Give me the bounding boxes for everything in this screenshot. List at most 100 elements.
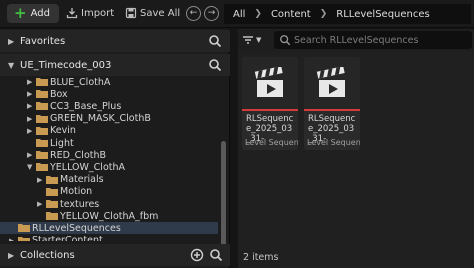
chevron-down-icon[interactable]: ▼ [8, 61, 14, 70]
tree-item-label: Box [50, 88, 68, 100]
import-button[interactable]: Import [66, 6, 114, 20]
asset-tile[interactable]: RLSequence_2025_03_31- Level Sequence [304, 57, 360, 150]
tree-item-label: YELLOW_ClothA_fbm [60, 210, 159, 222]
search-icon[interactable] [208, 58, 222, 72]
save-icon [125, 7, 137, 19]
folder-icon [36, 126, 48, 135]
forward-button[interactable]: → [204, 6, 219, 21]
filter-icon [243, 36, 253, 44]
tree-item-label: CC3_Base_Plus [50, 100, 122, 112]
tree-item-label: Light [50, 137, 74, 149]
tree-item[interactable]: ▶ RED_ClothB [0, 149, 218, 161]
back-arrow-icon: ← [189, 8, 198, 18]
project-header[interactable]: ▼ UE_Timecode_003 [0, 54, 230, 76]
folder-open-icon [36, 163, 48, 172]
folder-icon [46, 187, 58, 196]
add-button[interactable]: + Add [7, 4, 59, 23]
tree-item[interactable]: Light [0, 137, 218, 149]
content-panel: ▼ RLSequence_2025_03_31- Level Sequen [238, 29, 474, 268]
add-collection-icon[interactable] [190, 248, 204, 262]
chevron-right-icon[interactable]: ▶ [27, 102, 32, 110]
breadcrumb-separator-icon[interactable]: ❯ [315, 9, 333, 19]
save-all-button[interactable]: Save All [125, 6, 180, 20]
tree-item-label: Kevin [50, 125, 76, 137]
chevron-right-icon[interactable]: ▶ [27, 127, 32, 135]
tree-item[interactable]: ▶ CC3_Base_Plus [0, 100, 218, 112]
asset-type-bar [242, 109, 298, 111]
chevron-right-icon[interactable]: ▶ [37, 200, 42, 208]
folder-icon [18, 224, 30, 233]
search-icon[interactable] [208, 34, 222, 48]
tree-item[interactable]: ▶ Box [0, 88, 218, 100]
folder-icon [36, 114, 48, 123]
tree-item[interactable]: ▶ StarterContent [0, 235, 218, 241]
tree-item[interactable]: ▶ textures [0, 198, 218, 210]
asset-type: Level Sequence [245, 138, 298, 147]
folder-icon [36, 151, 48, 160]
chevron-right-icon[interactable]: ▶ [27, 115, 32, 123]
chevron-down-icon: ▼ [256, 36, 262, 44]
chevron-right-icon[interactable]: ▶ [8, 37, 14, 46]
tree-item-label: Materials [60, 174, 104, 186]
filter-button[interactable]: ▼ [242, 33, 268, 47]
save-all-button-label: Save All [140, 7, 181, 19]
search-box [274, 31, 472, 49]
back-button[interactable]: ← [186, 6, 201, 21]
add-button-label: Add [30, 8, 50, 19]
tree-item-label: GREEN_MASK_ClothB [50, 113, 151, 125]
breadcrumb-all[interactable]: All [229, 9, 249, 20]
tree-item-label: BLUE_ClothA [50, 76, 111, 88]
favorites-label: Favorites [20, 35, 66, 47]
asset-thumbnail [242, 57, 298, 109]
project-label: UE_Timecode_003 [20, 59, 112, 71]
folder-icon [36, 90, 48, 99]
favorites-header[interactable]: ▶ Favorites [0, 30, 230, 52]
chevron-right-icon[interactable]: ▶ [27, 78, 32, 86]
asset-type-bar [304, 109, 360, 111]
tree-item[interactable]: ▶ Kevin [0, 125, 218, 137]
folder-icon [46, 212, 58, 221]
asset-tile[interactable]: RLSequence_2025_03_31- Level Sequence [242, 57, 298, 150]
chevron-right-icon[interactable]: ▶ [37, 176, 42, 184]
import-icon [66, 8, 78, 19]
collections-header[interactable]: ▶ Collections [0, 244, 230, 266]
tree-item[interactable]: ▶ BLUE_ClothA [0, 76, 218, 88]
search-input[interactable] [294, 33, 464, 47]
tree-item[interactable]: YELLOW_ClothA_fbm [0, 210, 218, 222]
asset-type: Level Sequence [307, 138, 360, 147]
import-button-label: Import [81, 7, 115, 19]
search-icon [280, 35, 291, 46]
tree-item[interactable]: ▶ Materials [0, 174, 218, 186]
search-icon[interactable] [209, 248, 223, 262]
tree-item[interactable]: ▶ GREEN_MASK_ClothB [0, 113, 218, 125]
chevron-right-icon[interactable]: ▶ [9, 237, 14, 241]
tree-item[interactable]: ▼ YELLOW_ClothA [0, 161, 218, 173]
clapperboard-icon [316, 67, 345, 97]
asset-thumbnail [304, 57, 360, 109]
forward-arrow-icon: → [207, 8, 216, 18]
chevron-right-icon[interactable]: ▶ [27, 151, 32, 159]
folder-icon [18, 236, 30, 241]
breadcrumb-rllevelsequences[interactable]: RLLevelSequences [332, 9, 433, 20]
tree-item-label: textures [60, 198, 100, 210]
chevron-right-icon[interactable]: ▶ [27, 90, 32, 98]
tree-item-label: RED_ClothB [50, 149, 107, 161]
clapperboard-icon [254, 67, 283, 97]
folder-icon [46, 200, 58, 208]
collections-label: Collections [20, 249, 75, 261]
toolbar: + Add Import Save All ← → All ❯ Content … [0, 0, 474, 28]
chevron-down-icon[interactable]: ▼ [27, 163, 32, 171]
breadcrumb-content[interactable]: Content [267, 9, 315, 20]
sources-panel: ▶ Favorites ▼ UE_Timecode_003 ▶ BLUE_Clot… [0, 29, 230, 268]
tree-item[interactable]: RLLevelSequences [0, 222, 218, 235]
tree-item[interactable]: Motion [0, 186, 218, 198]
item-count: 2 items [243, 252, 279, 263]
breadcrumb-separator-icon[interactable]: ❯ [249, 9, 267, 19]
tree-scrollbar[interactable] [221, 141, 226, 251]
breadcrumb: All ❯ Content ❯ RLLevelSequences [224, 4, 471, 24]
folder-icon [36, 102, 48, 111]
folder-icon [36, 78, 48, 86]
folder-tree: ▶ BLUE_ClothA ▶ Box ▶ CC3_Base_Plus ▶ GREEN_MAS… [0, 76, 218, 241]
chevron-right-icon[interactable]: ▶ [8, 251, 14, 260]
folder-icon [36, 139, 48, 147]
